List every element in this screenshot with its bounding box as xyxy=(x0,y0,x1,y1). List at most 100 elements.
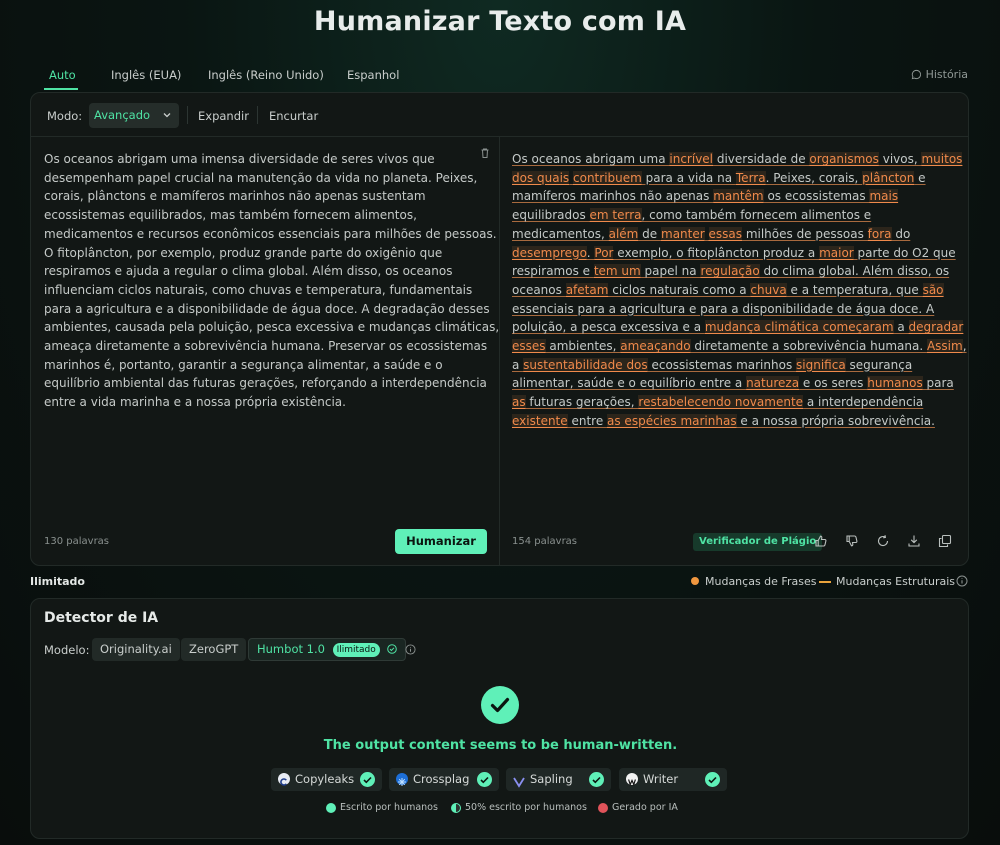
phrase-change[interactable]: são xyxy=(922,282,944,297)
humanize-button[interactable]: Humanizar xyxy=(395,529,487,554)
phrase-change[interactable]: muitos xyxy=(921,152,963,166)
tab-english-us[interactable]: Inglês (EUA) xyxy=(111,68,181,82)
output-text-segment: essenciais para a agricultura e para a d… xyxy=(512,301,935,316)
result-key: Escrito por humanos 50% escrito por huma… xyxy=(31,800,970,814)
active-tab-indicator xyxy=(44,88,78,90)
phrase-change[interactable]: tem um xyxy=(593,264,641,279)
phrase-change[interactable]: Terra xyxy=(735,170,766,185)
thumbs-up-icon[interactable] xyxy=(814,534,828,548)
phrase-change[interactable]: manter xyxy=(661,226,705,241)
phrase-change[interactable]: humanos xyxy=(867,376,923,391)
regenerate-icon[interactable] xyxy=(876,534,890,548)
detector-title: Detector de IA xyxy=(44,610,159,626)
output-text-segment: a interdependência xyxy=(803,395,924,410)
phrase-change[interactable]: ameaçando xyxy=(620,339,691,354)
output-text-line: respiramos e tem um papel na regulação d… xyxy=(512,262,952,281)
phrase-change[interactable]: afetam xyxy=(565,282,609,297)
check-circle-icon xyxy=(387,644,398,654)
plagiarism-checker-button[interactable]: Verificador de Plágio xyxy=(693,533,823,551)
output-text-segment: , xyxy=(962,339,967,354)
output-text-segment: mamíferos marinhos não apenas xyxy=(512,189,714,204)
input-text-line: Os oceanos abrigam uma imensa diversidad… xyxy=(44,152,435,166)
download-icon[interactable] xyxy=(907,534,921,548)
phrase-change[interactable]: maior xyxy=(819,245,854,260)
phrase-change[interactable]: contribuem xyxy=(573,170,642,185)
input-textarea[interactable]: Os oceanos abrigam uma imensa diversidad… xyxy=(44,150,499,412)
phrase-change[interactable]: em terra xyxy=(589,208,642,223)
phrase-change[interactable]: sustentabilidade dos xyxy=(523,357,648,372)
tab-auto[interactable]: Auto xyxy=(49,68,76,82)
history-button[interactable]: História xyxy=(911,68,968,81)
output-text-segment: respiramos e xyxy=(512,264,594,279)
phrase-change[interactable]: natureza xyxy=(746,376,800,391)
input-text-line: entre a vida marinha e a nossa própria e… xyxy=(44,395,346,410)
phrase-change[interactable]: as xyxy=(512,395,526,410)
phrase-change[interactable]: organismos xyxy=(809,152,879,166)
tab-english-uk[interactable]: Inglês (Reino Unido) xyxy=(208,68,324,82)
output-text-segment: e a nossa própria sobrevivência. xyxy=(736,413,935,428)
phrase-change[interactable]: degradar xyxy=(908,320,964,335)
phrase-change[interactable]: dos quais xyxy=(512,170,570,185)
output-text[interactable]: Os oceanos abrigam uma incrível diversid… xyxy=(512,150,967,431)
output-text-line: alimentar, saúde e o equilíbrio entre a … xyxy=(512,374,954,393)
model-humbot-button[interactable]: Humbot 1.0 Ilimitado xyxy=(248,638,407,661)
output-text-line: esses ambientes, ameaçando diretamente a… xyxy=(512,337,967,356)
phrase-change[interactable]: restabelecendo novamente xyxy=(638,395,804,410)
copyleaks-logo-icon xyxy=(278,773,290,786)
phrase-change[interactable]: incrível xyxy=(669,152,714,166)
phrase-change[interactable]: mantêm xyxy=(713,189,764,204)
output-word-count: 154 palavras xyxy=(512,536,578,547)
output-text-segment: alimentar, saúde e o equilíbrio entre a xyxy=(512,376,747,391)
phrase-change[interactable]: esses xyxy=(512,339,546,354)
phrase-change[interactable]: regulação xyxy=(700,264,760,279)
phrase-change[interactable]: além xyxy=(608,226,639,241)
detection-verdict: The output content seems to be human-wri… xyxy=(323,738,678,753)
human-written-dot xyxy=(326,803,336,813)
phrase-change[interactable]: existente xyxy=(512,413,568,428)
model-zerogpt-button[interactable]: ZeroGPT xyxy=(181,638,247,661)
copy-icon[interactable] xyxy=(938,534,952,548)
chat-bubble-icon xyxy=(911,69,921,80)
output-text-line: dos quais contribuem para a vida na Terr… xyxy=(512,169,952,188)
output-text-segment: equilibrados xyxy=(512,208,590,223)
input-text-line: influenciam ciclos naturais, como chuvas… xyxy=(44,282,473,297)
phrase-change[interactable]: fora xyxy=(867,226,892,241)
info-icon[interactable] xyxy=(956,575,968,587)
phrase-change[interactable]: Assim xyxy=(926,339,963,354)
phrase-change[interactable]: Por xyxy=(594,245,614,260)
trash-icon[interactable] xyxy=(479,147,491,159)
check-icon xyxy=(477,772,492,787)
phrase-change[interactable]: mudança climática começaram xyxy=(704,320,894,335)
input-text-line: ecossistemas equilibrados, mas também fo… xyxy=(44,208,417,223)
expand-button[interactable]: Expandir xyxy=(198,109,249,123)
phrase-change-dot xyxy=(691,577,699,585)
phrase-change[interactable]: desemprego xyxy=(512,245,587,260)
mode-select[interactable]: Avançado xyxy=(89,103,179,128)
phrase-change[interactable]: mais xyxy=(869,189,899,204)
phrase-change[interactable]: essas xyxy=(708,226,742,241)
input-text-line: O fitoplâncton, por exemplo, produz gran… xyxy=(44,245,443,260)
phrase-change[interactable]: as espécies marinhas xyxy=(607,413,737,428)
checker-name: Writer xyxy=(643,772,679,786)
thumbs-down-icon[interactable] xyxy=(845,534,859,548)
crossplag-logo-icon xyxy=(396,773,408,786)
output-text-line: medicamentos, além de manter essas milhõ… xyxy=(512,225,952,244)
output-text-segment: . Peixes, corais, xyxy=(765,170,863,185)
phrase-change[interactable]: plâncton xyxy=(862,170,915,185)
tab-spanish[interactable]: Espanhol xyxy=(347,68,399,82)
phrase-change[interactable]: significa xyxy=(796,357,846,372)
structural-changes-label: Mudanças Estruturais xyxy=(836,575,955,588)
phrase-change[interactable]: chuva xyxy=(750,282,787,297)
output-text-segment: os ecossistemas xyxy=(763,189,870,204)
output-text-segment: papel na xyxy=(640,264,701,279)
input-text-line: equilíbrio ambiental das futuras geraçõe… xyxy=(44,376,487,391)
shorten-button[interactable]: Encurtar xyxy=(269,109,318,123)
check-icon xyxy=(360,772,375,787)
success-check-icon xyxy=(481,686,519,724)
info-icon[interactable] xyxy=(405,644,416,655)
output-text-segment: do xyxy=(891,226,911,241)
output-text-line: desemprego. Por exemplo, o fitoplâncton … xyxy=(512,244,956,263)
model-originality-button[interactable]: Originality.ai xyxy=(92,638,180,661)
output-text-segment: Os oceanos abrigam uma xyxy=(512,152,670,166)
output-text-segment: futuras gerações, xyxy=(525,395,639,410)
